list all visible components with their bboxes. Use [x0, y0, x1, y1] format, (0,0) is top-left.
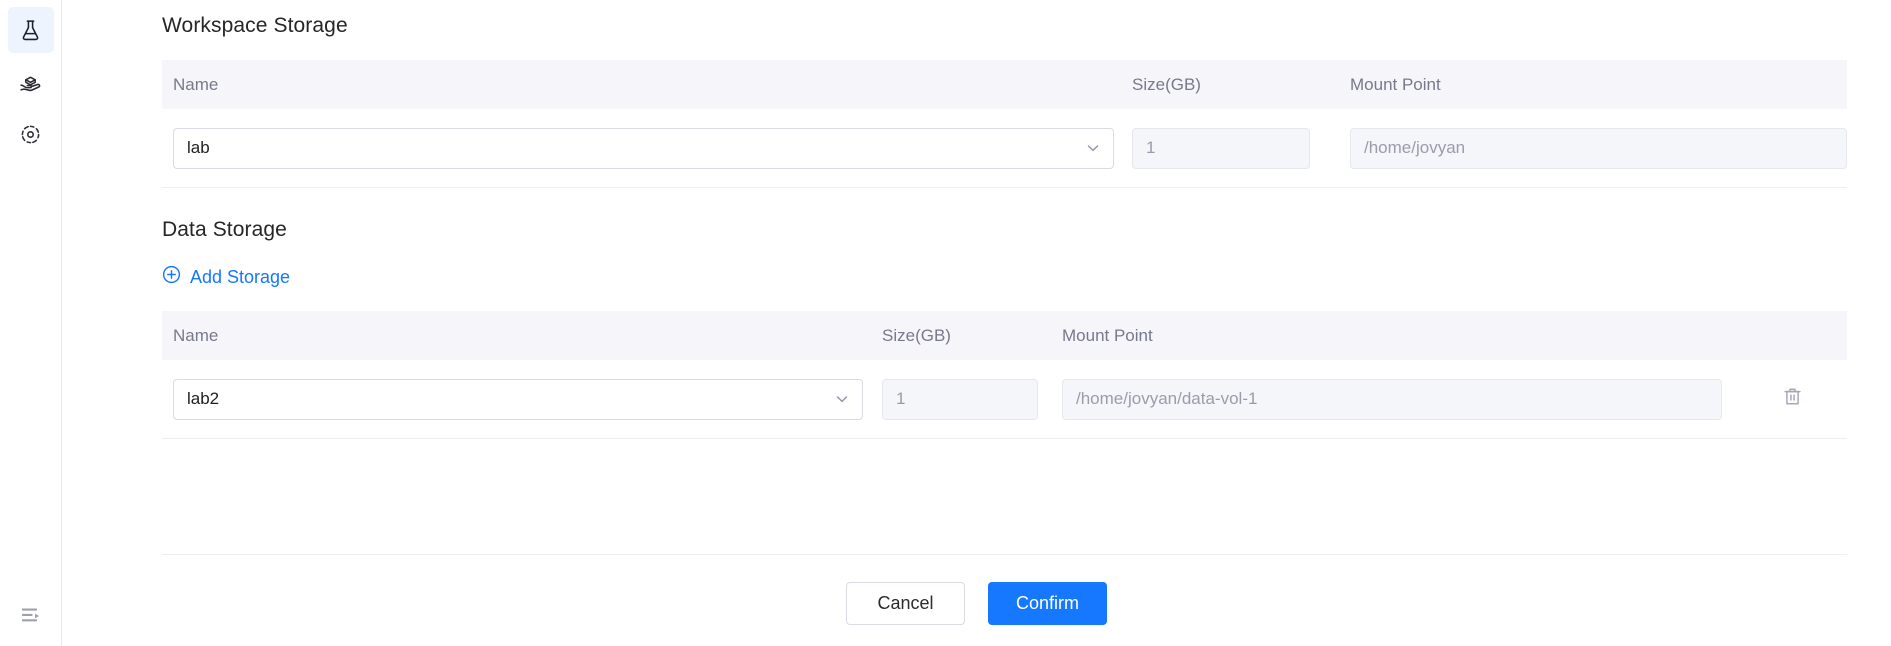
workspace-mount-cell: /home/jovyan — [1350, 127, 1847, 169]
data-storage-table: Name Size(GB) Mount Point lab2 1 /home/j… — [162, 311, 1847, 439]
chevron-down-icon — [1085, 140, 1101, 156]
column-header-size: Size(GB) — [882, 325, 951, 345]
data-storage-header-row: Name Size(GB) Mount Point — [162, 311, 1847, 360]
sidebar-footer — [0, 592, 62, 638]
sidebar-item-settings[interactable] — [8, 111, 54, 157]
hand-box-icon — [18, 70, 43, 95]
table-row: lab 1 /home/jovyan — [162, 109, 1847, 188]
sidebar-item-resources[interactable] — [8, 59, 54, 105]
workspace-storage-title: Workspace Storage — [162, 14, 348, 37]
column-header-name: Name — [173, 74, 219, 94]
data-actions-cell — [1737, 382, 1847, 416]
workspace-size-cell: 1 — [1132, 127, 1350, 169]
data-name-select[interactable]: lab2 — [173, 378, 863, 420]
cancel-button[interactable]: Cancel — [846, 582, 965, 625]
footer-divider — [162, 554, 1847, 555]
sidebar-collapse-toggle[interactable] — [8, 592, 54, 638]
sidebar-item-experiments[interactable] — [7, 7, 54, 53]
flask-icon — [18, 18, 43, 43]
workspace-name-select[interactable]: lab — [173, 127, 1114, 169]
collapse-panel-icon — [19, 603, 43, 627]
main-content: Workspace Storage Name Size(GB) Mount Po… — [62, 0, 1891, 646]
workspace-storage-header-row: Name Size(GB) Mount Point — [162, 60, 1847, 109]
storage-configuration-page: Workspace Storage Name Size(GB) Mount Po… — [0, 0, 1891, 646]
confirm-button[interactable]: Confirm — [988, 582, 1107, 625]
workspace-mount-point-input[interactable]: /home/jovyan — [1350, 127, 1847, 169]
data-mount-cell: /home/jovyan/data-vol-1 — [1062, 378, 1737, 420]
data-name-cell: lab2 — [162, 378, 882, 420]
form-actions: Cancel Confirm — [62, 582, 1891, 625]
data-storage-title: Data Storage — [162, 218, 287, 241]
data-size-cell: 1 — [882, 378, 1062, 420]
left-nav-rail — [0, 0, 62, 646]
chevron-down-icon — [834, 391, 850, 407]
delete-storage-button[interactable] — [1775, 382, 1809, 416]
data-name-value: lab2 — [187, 389, 220, 408]
plus-circle-icon — [162, 265, 181, 289]
column-header-name: Name — [173, 325, 219, 345]
column-header-mount-point: Mount Point — [1062, 325, 1153, 345]
workspace-storage-table: Name Size(GB) Mount Point lab 1 /home/jo… — [162, 60, 1847, 188]
workspace-size-input[interactable]: 1 — [1132, 127, 1310, 169]
column-header-size: Size(GB) — [1132, 74, 1201, 94]
table-row: lab2 1 /home/jovyan/data-vol-1 — [162, 360, 1847, 439]
add-storage-button[interactable]: Add Storage — [162, 265, 290, 289]
add-storage-label: Add Storage — [190, 266, 291, 287]
data-mount-point-input[interactable]: /home/jovyan/data-vol-1 — [1062, 378, 1722, 420]
workspace-name-value: lab — [187, 138, 210, 157]
workspace-name-cell: lab — [162, 127, 1132, 169]
trash-icon — [1782, 386, 1803, 412]
data-size-input[interactable]: 1 — [882, 378, 1038, 420]
gear-icon — [18, 122, 43, 147]
column-header-mount-point: Mount Point — [1350, 74, 1441, 94]
